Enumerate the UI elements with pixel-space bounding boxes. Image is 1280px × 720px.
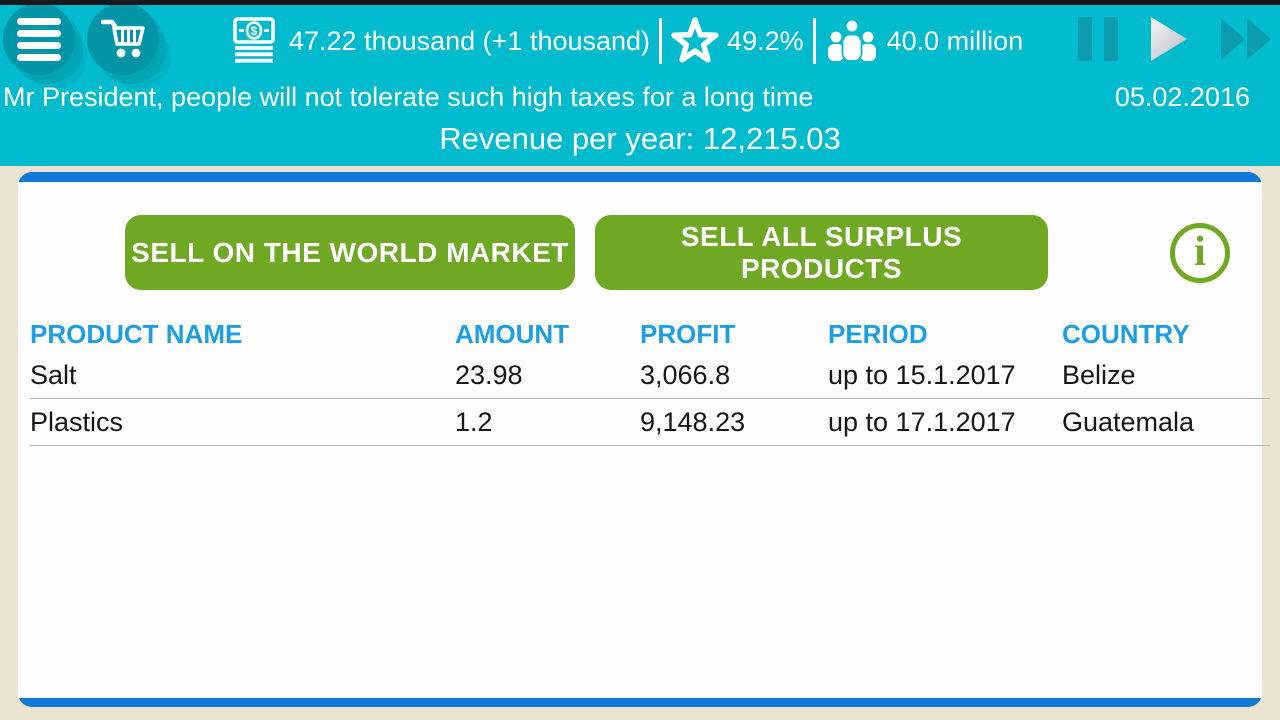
rating-stat[interactable]: 49.2%	[671, 17, 804, 65]
cell-profit: 3,066.8	[640, 360, 828, 391]
cell-period: up to 17.1.2017	[828, 407, 1062, 438]
col-amount: AMOUNT	[455, 319, 640, 350]
game-date: 05.02.2016	[1115, 82, 1250, 113]
sell-all-surplus-button[interactable]: SELL ALL SURPLUS PRODUCTS	[595, 215, 1048, 290]
col-profit: PROFIT	[640, 319, 828, 350]
col-product-name: PRODUCT NAME	[30, 319, 455, 350]
cell-profit: 9,148.23	[640, 407, 828, 438]
table-row[interactable]: Salt 23.98 3,066.8 up to 15.1.2017 Beliz…	[30, 352, 1270, 399]
ticker-message: Mr President, people will not tolerate s…	[3, 82, 813, 113]
stat-separator	[659, 18, 662, 64]
speed-controls	[1078, 16, 1274, 62]
cell-country: Belize	[1062, 360, 1270, 391]
game-screen: $ 47.22 thousand (+1 thousand) 49.2%	[0, 0, 1280, 720]
top-divider	[0, 0, 1280, 5]
cell-country: Guatemala	[1062, 407, 1270, 438]
info-button[interactable]: i	[1170, 223, 1230, 283]
population-stat[interactable]: 40.0 million	[825, 16, 1024, 66]
svg-text:$: $	[251, 24, 258, 38]
population-value: 40.0 million	[887, 26, 1024, 57]
sell-world-market-button[interactable]: SELL ON THE WORLD MARKET	[125, 215, 575, 290]
money-value: 47.22 thousand (+1 thousand)	[289, 26, 650, 57]
cart-icon	[98, 14, 148, 64]
col-period: PERIOD	[828, 319, 1062, 350]
trade-panel: SELL ON THE WORLD MARKET SELL ALL SURPLU…	[18, 172, 1262, 707]
table-header-row: PRODUCT NAME AMOUNT PROFIT PERIOD COUNTR…	[30, 316, 1270, 352]
star-icon	[671, 17, 719, 65]
table-row[interactable]: Plastics 1.2 9,148.23 up to 17.1.2017 Gu…	[30, 399, 1270, 446]
cell-amount: 23.98	[455, 360, 640, 391]
play-button[interactable]	[1149, 16, 1189, 62]
cell-product: Plastics	[30, 407, 455, 438]
menu-icon	[17, 18, 61, 61]
money-stat[interactable]: $ 47.22 thousand (+1 thousand)	[227, 14, 650, 68]
contracts-table: PRODUCT NAME AMOUNT PROFIT PERIOD COUNTR…	[30, 316, 1270, 446]
population-icon	[825, 16, 879, 66]
cell-amount: 1.2	[455, 407, 640, 438]
revenue-per-year: Revenue per year: 12,215.03	[0, 121, 1280, 157]
info-icon: i	[1194, 231, 1206, 273]
pause-button[interactable]	[1078, 17, 1118, 61]
trade-panel-body: SELL ON THE WORLD MARKET SELL ALL SURPLU…	[18, 182, 1262, 698]
cell-product: Salt	[30, 360, 455, 391]
rating-value: 49.2%	[727, 26, 804, 57]
menu-button[interactable]	[3, 3, 75, 75]
news-ticker: Mr President, people will not tolerate s…	[0, 82, 1280, 114]
stats-bar: $ 47.22 thousand (+1 thousand) 49.2%	[227, 5, 1023, 77]
cell-period: up to 15.1.2017	[828, 360, 1062, 391]
market-button[interactable]	[87, 3, 159, 75]
col-country: COUNTRY	[1062, 319, 1270, 350]
stat-separator	[813, 18, 816, 64]
fast-forward-button[interactable]	[1220, 17, 1274, 61]
money-icon: $	[227, 14, 281, 68]
